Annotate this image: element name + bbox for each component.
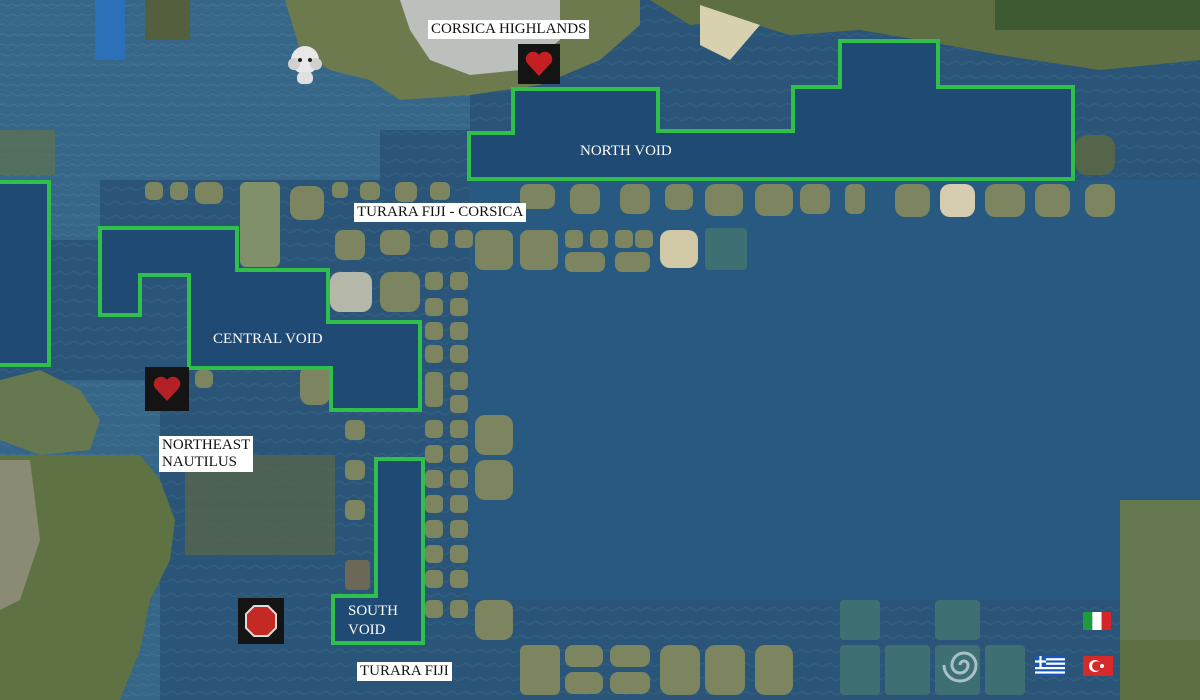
label-south-void: SOUTH VOID [348,603,399,638]
label-central-void: CENTRAL VOID [213,331,323,347]
label-northeast-nautilus: NORTHEAST NAUTILUS [159,436,254,472]
greece-flag-icon [1035,656,1065,676]
label-turara-fiji: TURARA FIJI [357,662,452,681]
heart-icon-central[interactable] [145,367,189,411]
map-terrain [0,0,1200,700]
west-void-region[interactable] [0,180,51,367]
octagon-icon[interactable] [238,598,284,644]
label-corsica-highlands: CORSICA HIGHLANDS [428,20,590,39]
world-map[interactable]: CORSICA HIGHLANDS TURARA FIJI - CORSICA … [0,0,1200,700]
poodle-icon[interactable] [284,42,326,86]
italy-flag-icon [1083,612,1111,630]
heart-icon[interactable] [518,44,560,84]
turkey-flag-icon [1083,656,1113,676]
label-turara-fiji-corsica: TURARA FIJI - CORSICA [354,203,527,222]
label-north-void: NORTH VOID [580,143,672,159]
